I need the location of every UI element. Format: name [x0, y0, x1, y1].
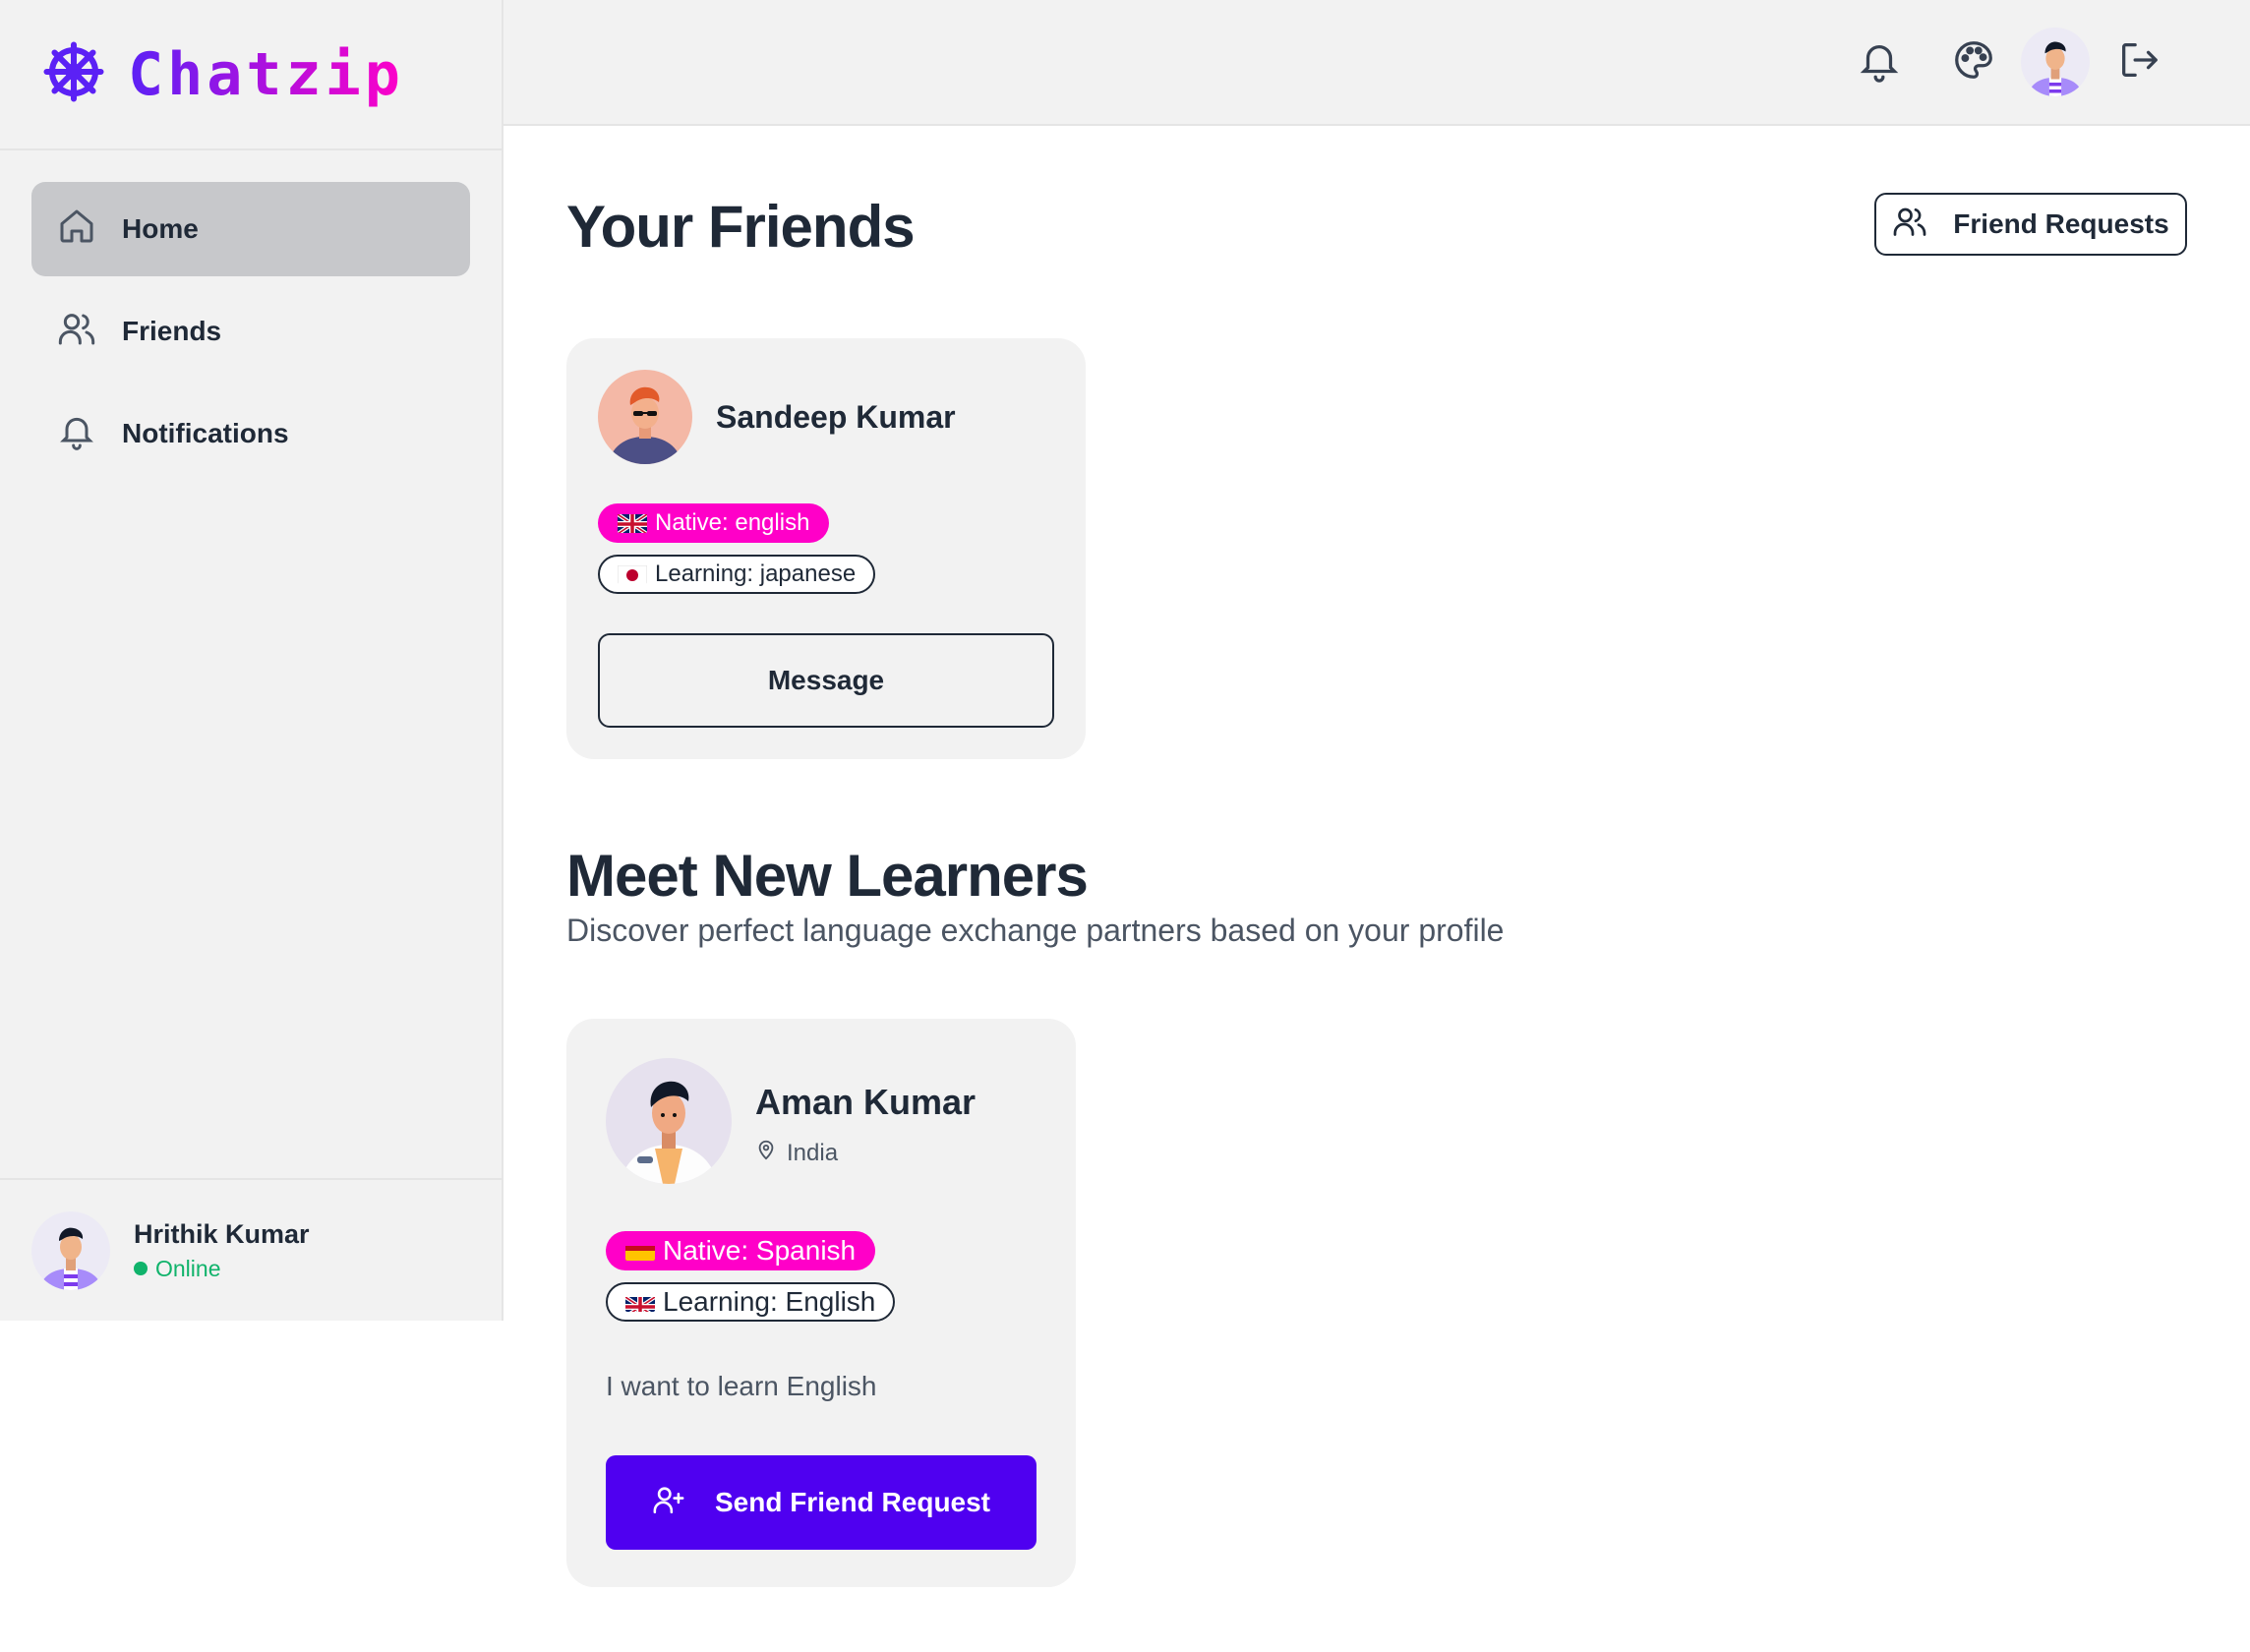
sidebar-item-label: Notifications [122, 418, 289, 448]
learner-card: Aman Kumar India Native: Spanish Learnin… [566, 1019, 1076, 1587]
sidebar-item-notifications[interactable]: Notifications [31, 386, 470, 481]
user-plus-icon [652, 1483, 685, 1523]
friend-card: Sandeep Kumar Native: english Learning: … [566, 338, 1086, 759]
page-title: Your Friends [566, 194, 916, 260]
home-icon [57, 206, 96, 253]
sidebar: Chatzip Home Friends Notifications Hrith… [0, 0, 503, 1321]
palette-icon [1951, 37, 1996, 88]
sidebar-nav: Home Friends Notifications [0, 150, 502, 512]
learner-name: Aman Kumar [755, 1082, 977, 1122]
uk-flag-icon [618, 513, 647, 533]
bell-icon [1857, 37, 1902, 88]
spain-flag-icon [625, 1241, 655, 1261]
profile-avatar[interactable] [2021, 28, 2090, 96]
learner-avatar [606, 1058, 732, 1184]
learning-language-badge: Learning: japanese [598, 555, 876, 594]
sidebar-item-friends[interactable]: Friends [31, 284, 470, 379]
section-subtitle: Discover perfect language exchange partn… [566, 913, 1505, 948]
users-icon [1892, 204, 1927, 246]
japan-flag-icon [618, 564, 647, 584]
logout-button[interactable] [2106, 30, 2171, 94]
section-title: Meet New Learners [566, 843, 1089, 909]
brand-name: Chatzip [128, 39, 404, 109]
sidebar-item-home[interactable]: Home [31, 182, 470, 276]
users-icon [57, 309, 96, 355]
learning-language-badge: Learning: English [606, 1282, 896, 1322]
native-language-badge: Native: Spanish [606, 1231, 876, 1270]
learner-bio: I want to learn English [606, 1371, 877, 1401]
notifications-button[interactable] [1847, 30, 1912, 94]
current-user: Hrithik Kumar Online [0, 1178, 502, 1321]
avatar [31, 1210, 110, 1290]
brand[interactable]: Chatzip [0, 0, 502, 150]
logout-icon [2116, 37, 2161, 88]
ship-wheel-icon [41, 39, 106, 109]
status-label: Online [155, 1255, 221, 1281]
online-dot-icon [134, 1262, 148, 1275]
friend-requests-button[interactable]: Friend Requests [1874, 193, 2187, 256]
friend-requests-label: Friend Requests [1953, 208, 2169, 239]
sidebar-item-label: Home [122, 213, 199, 244]
friend-avatar [598, 370, 692, 464]
map-pin-icon [755, 1139, 777, 1167]
user-status: Online [134, 1256, 310, 1282]
send-friend-request-button[interactable]: Send Friend Request [606, 1455, 1036, 1550]
friend-name: Sandeep Kumar [716, 399, 956, 435]
theme-button[interactable] [1941, 30, 2006, 94]
sidebar-item-label: Friends [122, 316, 222, 346]
bell-icon [57, 411, 96, 457]
topbar [503, 0, 2250, 126]
user-name: Hrithik Kumar [134, 1218, 310, 1249]
message-button[interactable]: Message [598, 633, 1054, 728]
uk-flag-icon [625, 1292, 655, 1312]
native-language-badge: Native: english [598, 503, 830, 543]
learner-location: India [755, 1139, 838, 1167]
